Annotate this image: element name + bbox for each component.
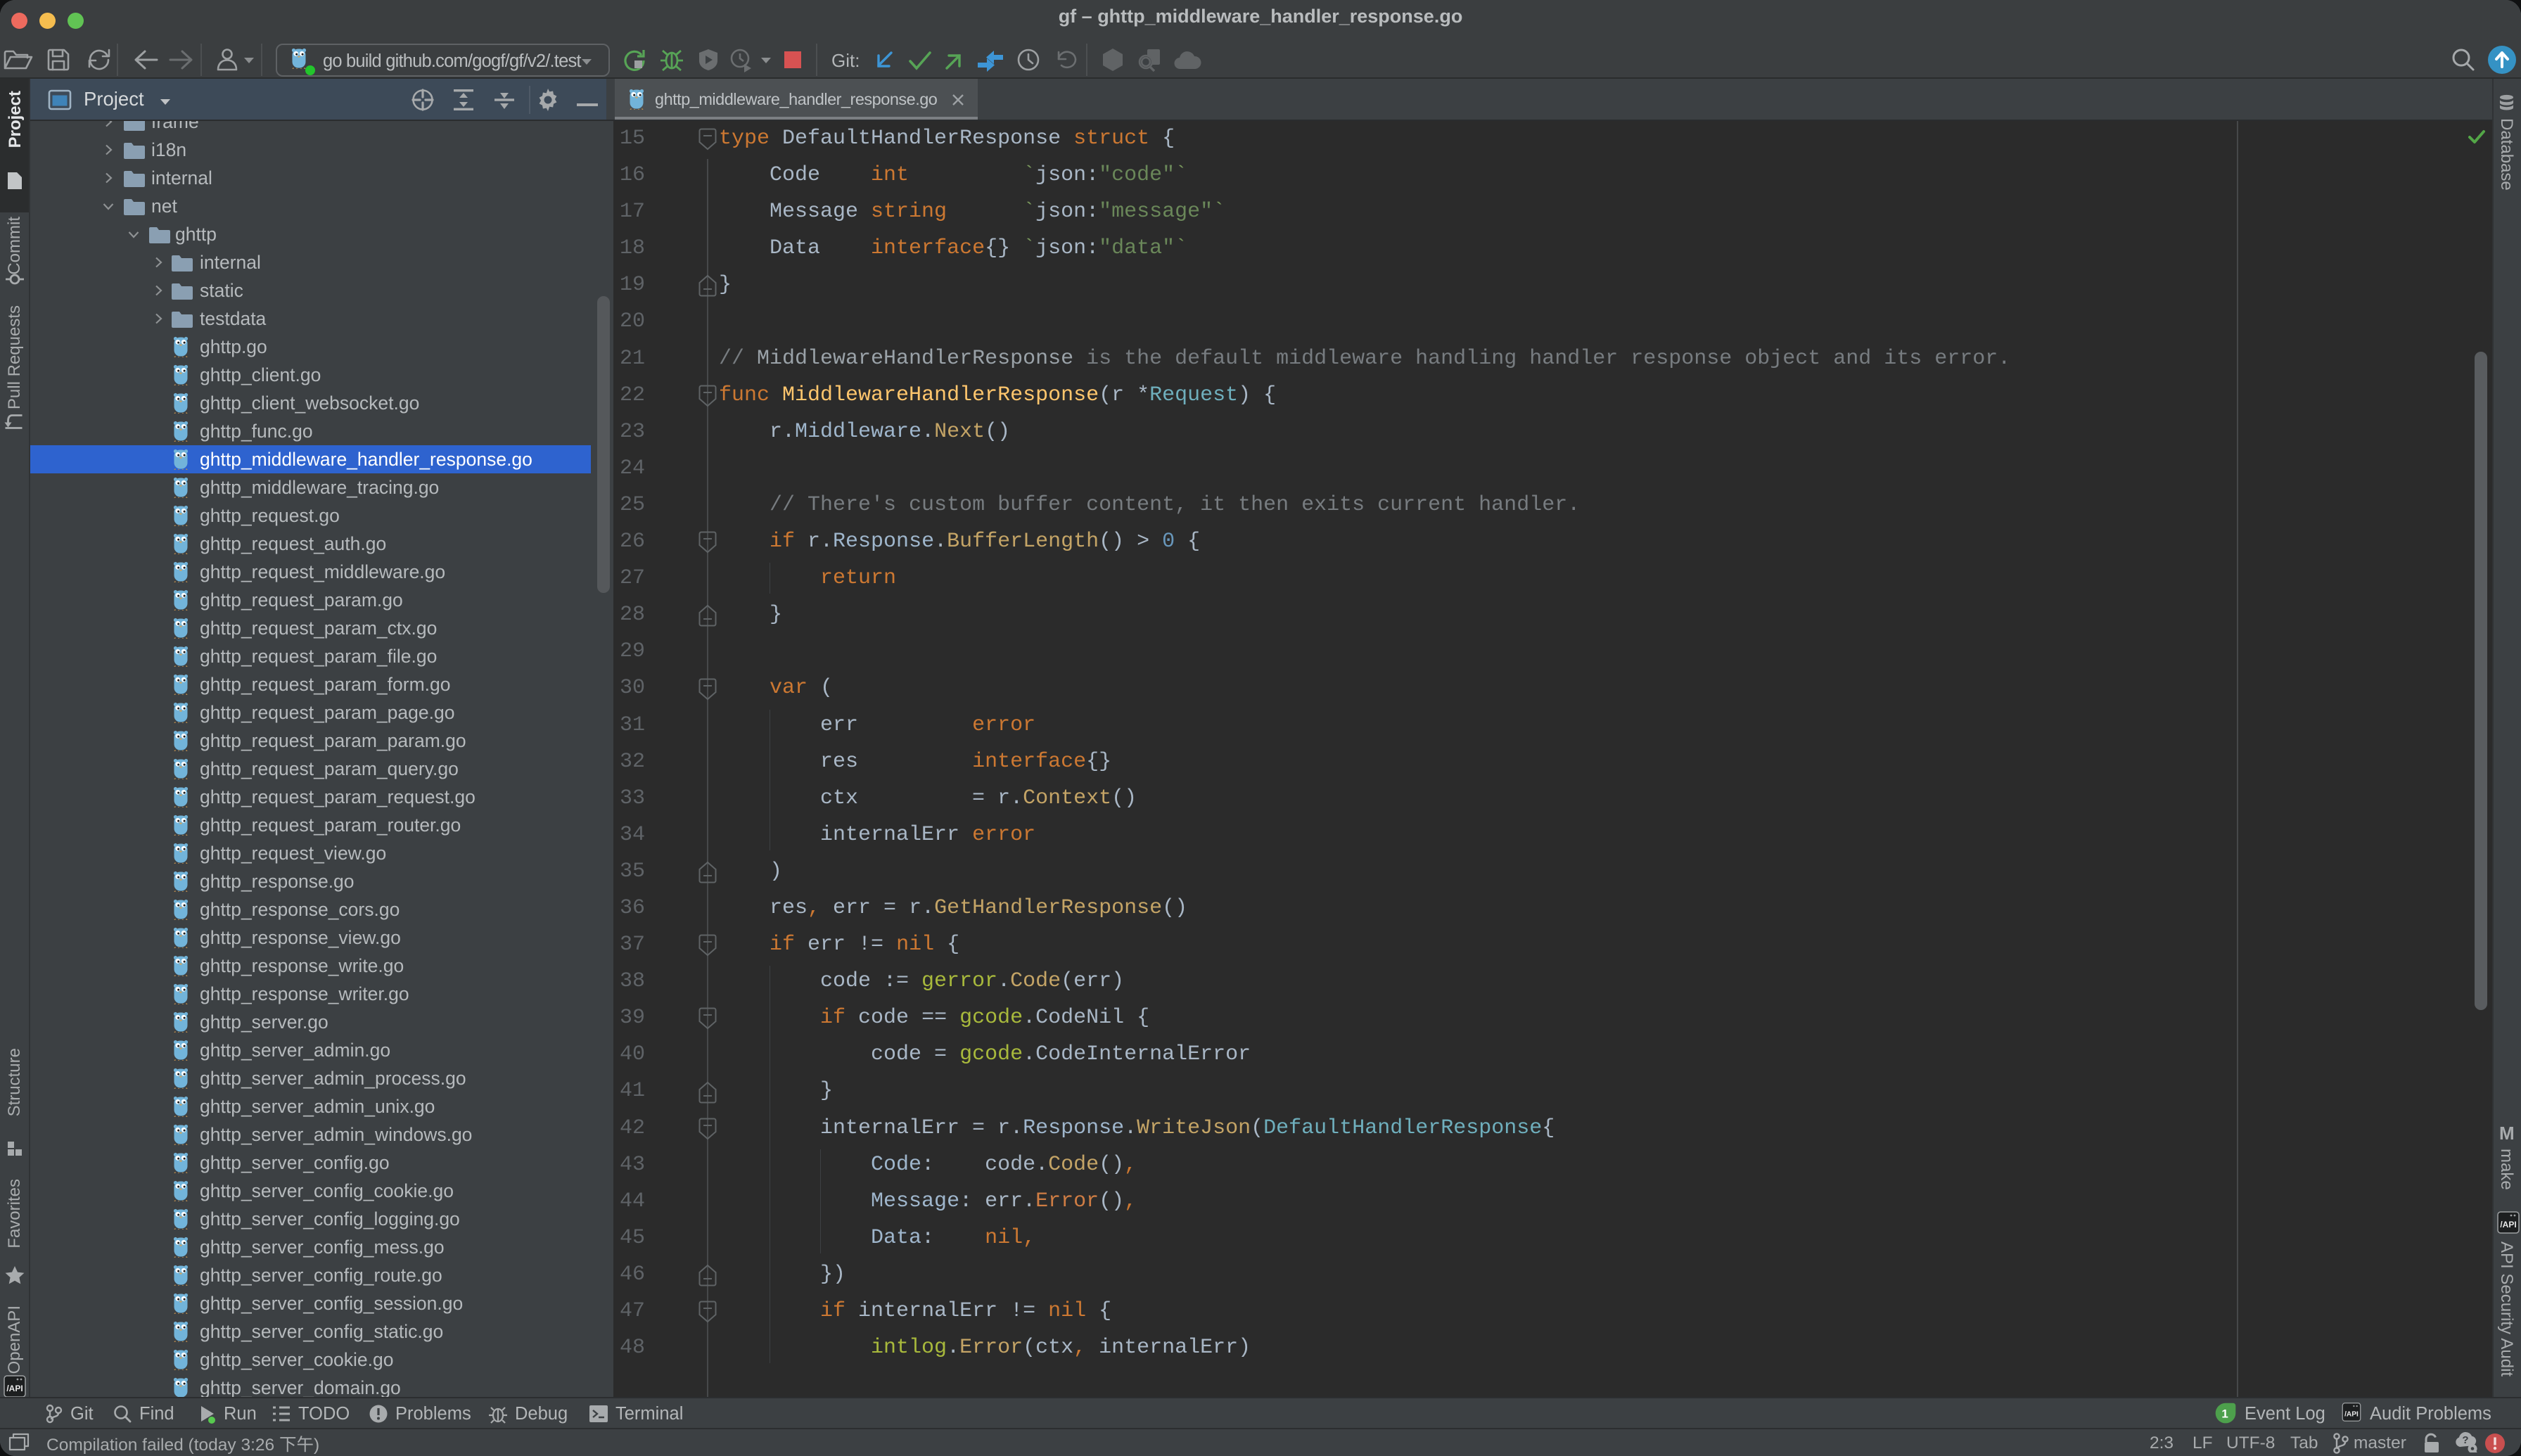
- svg-text:1: 1: [2221, 1407, 2228, 1420]
- svg-text:/API: /API: [2344, 1410, 2359, 1418]
- svg-text:/API: /API: [6, 1384, 23, 1393]
- svg-text:?: ?: [2462, 1434, 2468, 1446]
- svg-text:/API: /API: [2500, 1220, 2516, 1230]
